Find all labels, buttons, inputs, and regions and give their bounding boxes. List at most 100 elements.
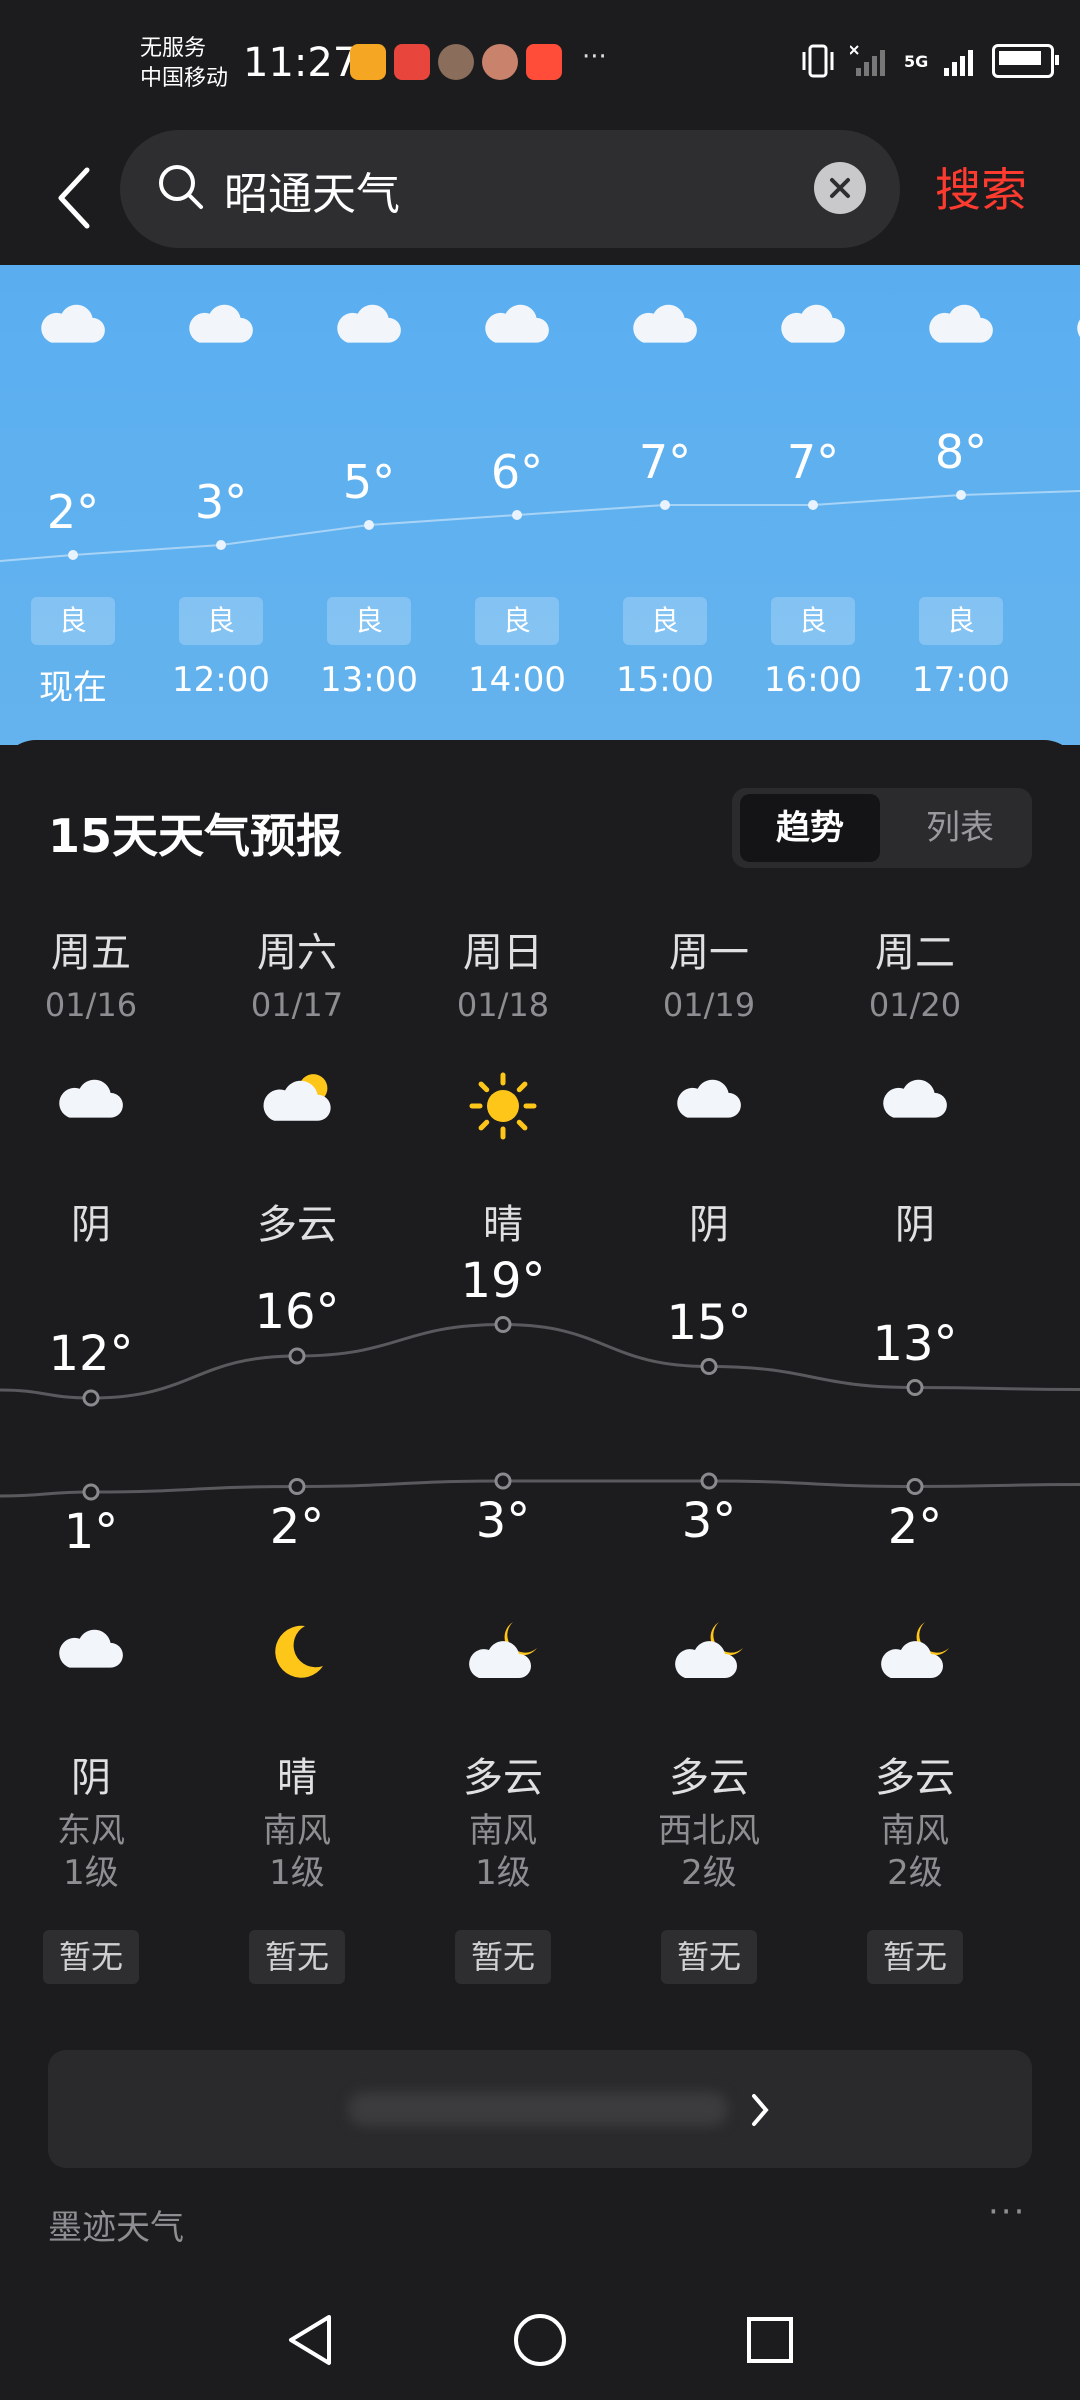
high-temp-point <box>494 1316 512 1333</box>
cloudy-icon <box>677 1079 741 1118</box>
cloud-icon <box>781 304 845 343</box>
cloud-icon-wrap <box>777 295 849 351</box>
low-temp-point <box>82 1483 100 1501</box>
aqi-badge: 暂无 <box>249 1930 345 1984</box>
hourly-item: 7° 良 15:00 <box>600 265 730 745</box>
hourly-item-partial <box>1044 265 1080 745</box>
sun-icon <box>469 1072 537 1140</box>
wind-level: 1级 <box>269 1853 325 1893</box>
cloud-icon-wrap <box>1073 295 1080 351</box>
wind-info: 西北风 2级 <box>629 1810 789 1894</box>
wind-direction: 南风 <box>263 1811 331 1851</box>
day-icon-wrap <box>259 1070 335 1130</box>
night-condition: 多云 <box>669 1755 749 1801</box>
vibrate-icon <box>802 44 834 78</box>
aqi-badge: 良 <box>919 597 1003 645</box>
low-temp-point <box>700 1472 718 1490</box>
banner-text-blurred <box>348 2092 728 2126</box>
low-temp: 3° <box>681 1493 737 1549</box>
wind-info: 南风 1级 <box>423 1810 583 1894</box>
high-temp: 15° <box>666 1294 752 1351</box>
day-icon-wrap <box>673 1070 745 1126</box>
date-label: 01/20 <box>868 986 962 1024</box>
night-icon-wrap <box>877 1620 953 1686</box>
moon-icon <box>275 1625 323 1678</box>
low-temp: 1° <box>63 1504 119 1560</box>
nav-home-button[interactable] <box>510 2310 570 2370</box>
carrier-line-1: 无服务 <box>140 36 207 61</box>
back-button[interactable] <box>40 148 110 248</box>
hourly-time: 现在 <box>39 668 107 708</box>
search-query: 昭通天气 <box>224 169 400 220</box>
hourly-temp: 7° <box>786 435 840 489</box>
day-condition: 晴 <box>483 1202 523 1248</box>
search-header: 昭通天气 搜索 <box>0 130 1080 265</box>
cloudy-icon <box>59 1079 123 1118</box>
search-input[interactable]: 昭通天气 <box>120 130 900 248</box>
cloud-icon-wrap <box>925 295 997 351</box>
back-arrow-icon <box>58 167 90 229</box>
low-temp: 2° <box>269 1498 325 1555</box>
cloud-icon <box>929 304 993 343</box>
promo-banner[interactable] <box>48 2050 1032 2168</box>
partly-cloudy-day-icon <box>263 1074 331 1121</box>
date-label: 01/16 <box>44 986 138 1024</box>
hourly-temp: 2° <box>46 485 100 539</box>
cloud-icon <box>189 304 253 343</box>
circle-home-icon <box>514 2314 566 2366</box>
search-button[interactable]: 搜索 <box>935 154 1027 220</box>
low-temp-point <box>906 1478 924 1495</box>
date-label: 01/18 <box>456 986 550 1024</box>
hourly-time: 14:00 <box>468 660 566 700</box>
hourly-time: 13:00 <box>320 660 418 700</box>
date-label: 01/17 <box>250 986 344 1024</box>
cloud-icon <box>337 304 401 343</box>
app-icon <box>526 44 562 80</box>
carrier-info: 无服务 中国移动 <box>140 34 228 94</box>
day-icon-wrap <box>879 1070 951 1126</box>
aqi-badge: 暂无 <box>661 1930 757 1984</box>
aqi-badge: 良 <box>31 597 115 645</box>
wind-direction: 东风 <box>57 1811 125 1851</box>
partly-cloudy-night-icon <box>675 1622 743 1678</box>
cloud-icon-wrap <box>185 295 257 351</box>
clear-search-button[interactable] <box>814 162 866 214</box>
cloud-icon <box>485 304 549 343</box>
chevron-right-icon <box>752 2094 769 2126</box>
night-icon-wrap <box>671 1620 747 1686</box>
high-temp: 13° <box>872 1315 958 1372</box>
more-notifications-icon: ··· <box>582 42 607 72</box>
partly-cloudy-night-icon <box>469 1622 537 1678</box>
nav-back-button[interactable] <box>280 2310 340 2370</box>
low-temp-point <box>494 1472 512 1490</box>
signal-icon <box>944 50 974 76</box>
weekday-label: 周二 <box>875 930 955 976</box>
no-signal-icon <box>850 45 885 76</box>
aqi-badge: 暂无 <box>455 1930 551 1984</box>
night-condition: 晴 <box>277 1755 317 1801</box>
more-options-icon[interactable]: ··· <box>988 2192 1026 2232</box>
cloud-icon-wrap <box>37 295 109 351</box>
weibo-icon <box>350 44 386 80</box>
hourly-temp: 5° <box>342 455 396 509</box>
carrier-line-2: 中国移动 <box>140 66 229 91</box>
low-temp-point <box>288 1478 306 1495</box>
hourly-temp: 6° <box>490 445 544 499</box>
night-icon-wrap <box>55 1620 127 1676</box>
aqi-badge: 良 <box>771 597 855 645</box>
hourly-item: 2° 良现在 <box>8 265 138 745</box>
cloudy-icon <box>883 1079 947 1118</box>
cloudy-icon <box>59 1629 123 1668</box>
night-condition: 多云 <box>875 1755 955 1801</box>
night-condition: 多云 <box>463 1755 543 1801</box>
data-source[interactable]: 墨迹天气 <box>48 2200 184 2249</box>
wind-info: 南风 1级 <box>217 1810 377 1894</box>
hourly-time: 16:00 <box>764 660 862 700</box>
high-temp: 16° <box>254 1284 340 1340</box>
forecast-card: 15天天气预报 趋势 列表 周五 01/16 阴 12° 1° 阴东风 1级 暂无 周六 01/1… <box>0 740 1080 2280</box>
nav-recents-button[interactable] <box>740 2310 800 2370</box>
hourly-temp: 3° <box>194 475 248 529</box>
hourly-forecast[interactable]: 2° 良现在 3° 良 12:00 5° 良 13:00 6° 良 14:00 7° 良 15:00 7° 良… <box>0 265 1080 745</box>
triangle-back-icon <box>289 2315 331 2365</box>
square-recents-icon <box>747 2317 793 2363</box>
